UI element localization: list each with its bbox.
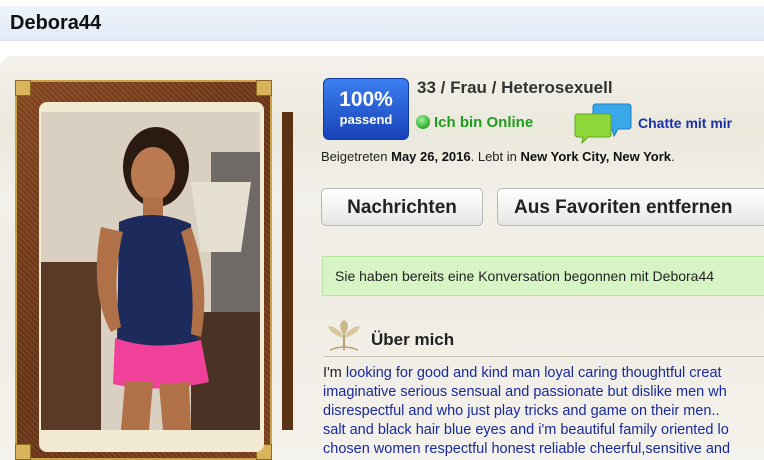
conversation-notice: Sie haben bereits eine Konversation bego…: [322, 256, 764, 296]
frame-corner: [15, 80, 31, 96]
profile-details: 100% passend 33 / Frau / Heterosexuell I…: [320, 76, 764, 460]
frame-corner: [15, 444, 31, 460]
frame-edge: [282, 112, 293, 430]
about-heading: Über mich: [326, 320, 526, 354]
match-percent: 100%: [339, 88, 393, 111]
joined-suffix: .: [671, 149, 675, 164]
match-label: passend: [339, 112, 393, 127]
match-badge: 100% passend: [323, 78, 409, 140]
about-line: chosen women respectful honest reliable …: [323, 440, 764, 459]
profile-header: Debora44: [0, 6, 764, 41]
profile-photo[interactable]: [41, 112, 260, 430]
joined-date: May 26, 2016: [391, 149, 471, 164]
about-line-text: imaginative serious sensual and passiona…: [323, 384, 727, 400]
joined-prefix: Beigetreten: [321, 149, 392, 164]
remove-favorite-button[interactable]: Aus Favoriten entfernen: [497, 188, 764, 226]
about-line: salt and black hair blue eyes and i'm be…: [323, 421, 764, 440]
about-title: Über mich: [371, 330, 455, 349]
frame-corner: [256, 80, 272, 96]
about-line-lead: I'm: [323, 365, 346, 381]
online-status: Ich bin Online: [416, 114, 533, 131]
about-line-text: chosen women respectful honest reliable …: [323, 441, 731, 457]
chat-bubbles-icon[interactable]: [574, 102, 632, 144]
demographics: 33 / Frau / Heterosexuell: [417, 78, 613, 97]
profile-photo-illustration: [41, 112, 260, 430]
about-line-text: disrespectful and who just play tricks a…: [323, 403, 720, 419]
online-indicator-icon: [416, 115, 430, 129]
location: New York City, New York: [520, 149, 672, 164]
about-line-text: salt and black hair blue eyes and i'm be…: [323, 422, 729, 438]
about-text: I'm looking for good and kind man loyal …: [323, 364, 764, 459]
chat-with-me-link[interactable]: Chatte mit mir: [638, 115, 732, 131]
leaf-ornament-icon: [328, 320, 360, 351]
joined-middle: . Lebt in: [470, 149, 521, 164]
messages-button[interactable]: Nachrichten: [321, 188, 483, 226]
section-divider: [324, 356, 764, 357]
joined-info: Beigetreten May 26, 2016. Lebt in New Yo…: [321, 149, 675, 164]
about-line-text: looking for good and kind man loyal cari…: [345, 365, 722, 381]
about-line: imaginative serious sensual and passiona…: [323, 383, 764, 402]
profile-username: Debora44: [10, 12, 102, 34]
online-status-label: Ich bin Online: [434, 114, 534, 131]
about-line: disrespectful and who just play tricks a…: [323, 402, 764, 421]
about-line: I'm looking for good and kind man loyal …: [323, 364, 764, 383]
